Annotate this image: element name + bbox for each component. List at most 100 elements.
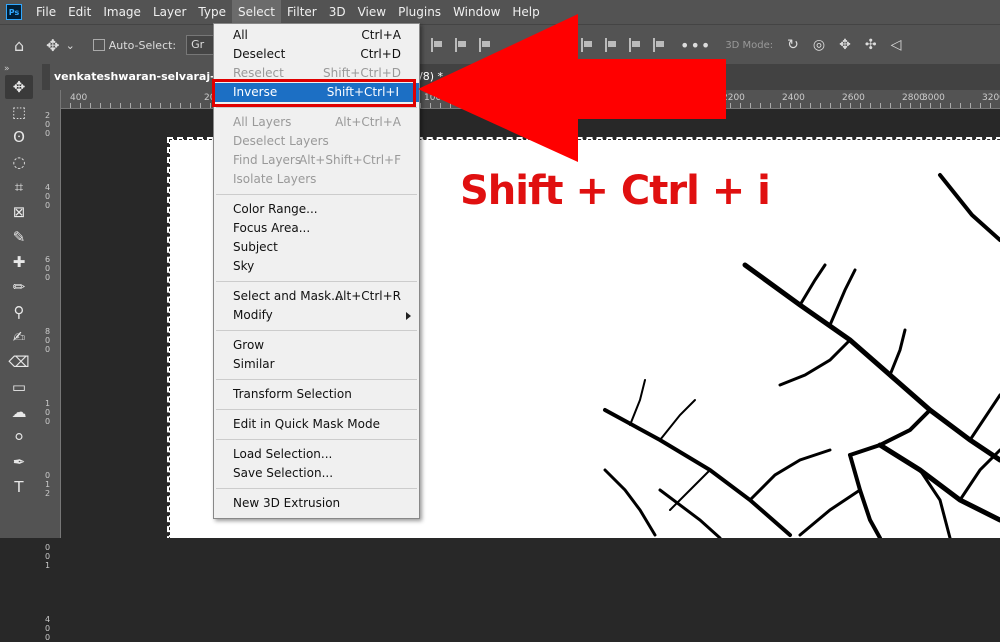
auto-select-dropdown[interactable]: Gr — [186, 35, 215, 55]
stamp-icon[interactable]: ⚲ — [5, 300, 33, 324]
menu-item-focus-area[interactable]: Focus Area... — [214, 219, 419, 238]
menu-item-similar[interactable]: Similar — [214, 355, 419, 374]
menu-item-new-3d-extrusion[interactable]: New 3D Extrusion — [214, 494, 419, 513]
menu-item-label: Find Layers — [233, 153, 302, 167]
ruler-label: 3200 — [982, 93, 1000, 103]
auto-select-label: Auto-Select: — [108, 38, 177, 52]
eyedropper-icon[interactable]: ✎ — [5, 225, 33, 249]
quick-select-icon[interactable]: ◌ — [5, 150, 33, 174]
tools-panel: » ✥ ⬚ ʘ ◌ ⌗ ⊠ ✎ ✚ ✏ ⚲ ✍ ⌫ ▭ ☁ ⚪ ✒ T — [0, 64, 42, 538]
brush-icon[interactable]: ✏ — [5, 275, 33, 299]
crop-icon[interactable]: ⌗ — [5, 175, 33, 199]
menu-item-label: All Layers — [233, 115, 292, 129]
eraser-icon[interactable]: ⌫ — [5, 350, 33, 374]
menu-item-grow[interactable]: Grow — [214, 336, 419, 355]
menu-image[interactable]: Image — [97, 0, 147, 24]
submenu-arrow-icon — [406, 312, 411, 320]
blur-icon[interactable]: ☁ — [5, 400, 33, 424]
menu-item-label: Load Selection... — [233, 447, 333, 461]
ruler-label: 2 — [45, 111, 51, 120]
ruler-vertical[interactable]: 200400600800100012001400 — [42, 90, 61, 642]
ruler-label: 2600 — [842, 93, 865, 103]
ruler-label: 0 — [45, 345, 51, 354]
type-icon[interactable]: T — [5, 475, 33, 499]
menu-item-deselect-layers[interactable]: Deselect Layers — [214, 132, 419, 151]
ruler-label: 2400 — [782, 93, 805, 103]
move-tool-icon[interactable]: ✥ — [46, 36, 59, 55]
auto-select-checkbox[interactable] — [92, 39, 105, 51]
history-brush-icon[interactable]: ✍ — [5, 325, 33, 349]
tool-preset-chevron-icon[interactable]: ⌄ — [66, 39, 75, 52]
frame-icon[interactable]: ⊠ — [5, 200, 33, 224]
ruler-label: 1 — [45, 561, 51, 570]
menu-separator — [216, 107, 417, 108]
ruler-label: 3000 — [922, 93, 945, 103]
gradient-icon[interactable]: ▭ — [5, 375, 33, 399]
menu-item-load-selection[interactable]: Load Selection... — [214, 445, 419, 464]
menu-item-shortcut: Ctrl+A — [361, 28, 401, 42]
panel-collapse-icon[interactable]: » — [0, 64, 42, 74]
menu-item-label: Save Selection... — [233, 466, 334, 480]
dodge-icon[interactable]: ⚪ — [5, 425, 33, 449]
menu-file[interactable]: File — [30, 0, 62, 24]
menu-item-sky[interactable]: Sky — [214, 257, 419, 276]
marquee-icon[interactable]: ⬚ — [5, 100, 33, 124]
ruler-label: 400 — [70, 93, 88, 103]
healing-icon[interactable]: ✚ — [5, 250, 33, 274]
ruler-label: 6 — [45, 255, 51, 264]
menu-item-find-layers[interactable]: Find Layers Alt+Shift+Ctrl+F — [214, 151, 419, 170]
move-icon[interactable]: ✥ — [5, 75, 33, 99]
ruler-label: 1 — [45, 480, 51, 489]
menu-item-label: Deselect — [233, 47, 286, 61]
menu-3d[interactable]: 3D — [323, 0, 352, 24]
menu-item-shortcut: Alt+Ctrl+A — [335, 115, 401, 129]
home-icon[interactable]: ⌂ — [14, 36, 24, 55]
pan-3d-icon[interactable]: ✥ — [839, 37, 851, 53]
ruler-label: 0 — [45, 471, 51, 480]
menu-item-color-range[interactable]: Color Range... — [214, 200, 419, 219]
shortcut-annotation: Shift + Ctrl + i — [460, 168, 771, 214]
menu-item-all[interactable]: All Ctrl+A — [214, 26, 419, 45]
photoshop-logo-icon[interactable]: Ps — [6, 4, 22, 20]
menu-filter[interactable]: Filter — [281, 0, 323, 24]
menu-item-edit-in-quick-mask-mode[interactable]: Edit in Quick Mask Mode — [214, 415, 419, 434]
orbit-3d-icon[interactable]: ↻ — [787, 37, 799, 53]
slide-3d-icon[interactable]: ✣ — [865, 37, 877, 53]
ruler-label: 4 — [45, 615, 51, 624]
menu-item-label: Focus Area... — [233, 221, 311, 235]
document-tab[interactable]: venkateshwaran-selvaraj--QCvJ — [50, 64, 224, 90]
ruler-label: 0 — [45, 129, 51, 138]
lasso-icon[interactable]: ʘ — [5, 125, 33, 149]
ruler-label: 0 — [45, 543, 51, 552]
menu-item-select-and-mask[interactable]: Select and Mask... Alt+Ctrl+R — [214, 287, 419, 306]
menu-separator — [216, 409, 417, 410]
menu-type[interactable]: Type — [192, 0, 232, 24]
menu-item-label: Grow — [233, 338, 265, 352]
menu-separator — [216, 439, 417, 440]
menu-item-label: Modify — [233, 308, 273, 322]
ruler-label: 0 — [45, 552, 51, 561]
menu-separator — [216, 488, 417, 489]
menu-separator — [216, 330, 417, 331]
menu-item-label: Transform Selection — [233, 387, 352, 401]
menu-item-label: Deselect Layers — [233, 134, 329, 148]
menu-item-subject[interactable]: Subject — [214, 238, 419, 257]
menu-item-save-selection[interactable]: Save Selection... — [214, 464, 419, 483]
menu-layer[interactable]: Layer — [147, 0, 192, 24]
menu-edit[interactable]: Edit — [62, 0, 97, 24]
menu-item-deselect[interactable]: Deselect Ctrl+D — [214, 45, 419, 64]
ruler-label: 2 — [45, 489, 51, 498]
menu-view[interactable]: View — [352, 0, 392, 24]
menu-item-modify[interactable]: Modify — [214, 306, 419, 325]
menu-item-all-layers[interactable]: All Layers Alt+Ctrl+A — [214, 113, 419, 132]
tree-branches-image — [603, 173, 1000, 538]
roll-3d-icon[interactable]: ◎ — [813, 37, 825, 53]
menu-item-label: Subject — [233, 240, 278, 254]
ruler-label: 0 — [45, 264, 51, 273]
pen-icon[interactable]: ✒ — [5, 450, 33, 474]
menu-select[interactable]: Select — [231, 0, 281, 24]
ruler-label: 0 — [45, 408, 51, 417]
menu-item-transform-selection[interactable]: Transform Selection — [214, 385, 419, 404]
menu-item-isolate-layers[interactable]: Isolate Layers — [214, 170, 419, 189]
scale-3d-icon[interactable]: ◁ — [891, 37, 902, 53]
